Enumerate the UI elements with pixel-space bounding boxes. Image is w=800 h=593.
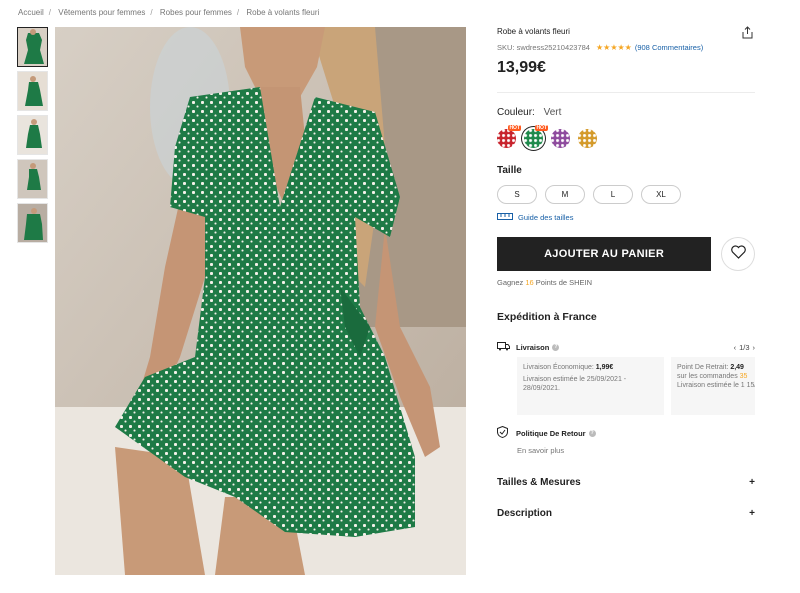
color-swatches: HOT HOT bbox=[497, 125, 755, 148]
hot-badge: HOT bbox=[508, 125, 521, 131]
heart-icon bbox=[730, 244, 746, 264]
product-sku: SKU: swdress25210423784 bbox=[497, 43, 590, 52]
breadcrumb-current: Robe à volants fleuri bbox=[246, 8, 320, 17]
product-price: 13,99€ bbox=[497, 59, 546, 76]
product-main-image[interactable] bbox=[55, 27, 466, 575]
color-selector-label: Couleur: Vert bbox=[497, 107, 755, 118]
product-title: Robe à volants fleuri bbox=[497, 27, 570, 36]
card-estimate: Livraison estimée le 1 15/09/2021. bbox=[677, 382, 755, 389]
points-suffix: Points de SHEIN bbox=[533, 278, 593, 287]
thumbnail-1[interactable] bbox=[17, 27, 48, 67]
card-title: Livraison Économique: bbox=[523, 364, 596, 371]
card-extra-highlight: 35 bbox=[739, 373, 748, 380]
product-meta: SKU: swdress25210423784 ★★★★★ (908 Comme… bbox=[497, 43, 755, 52]
card-price: 2,49 bbox=[730, 364, 744, 371]
size-l[interactable]: L bbox=[593, 185, 633, 204]
shipping-card-pickup: Point De Retrait: 2,49 sur les commandes… bbox=[671, 357, 755, 415]
shipping-title: Expédition à France bbox=[497, 311, 597, 323]
plus-icon: + bbox=[749, 477, 755, 488]
swatch-purple[interactable] bbox=[551, 129, 570, 148]
return-policy-label: Politique De Retour bbox=[516, 428, 586, 438]
truck-icon bbox=[497, 342, 511, 353]
chevron-left-icon[interactable]: ‹ bbox=[734, 343, 737, 352]
card-title: Point De Retrait: bbox=[677, 364, 731, 371]
size-options: S M L XL bbox=[497, 185, 755, 204]
breadcrumb: Accueil / Vêtements pour femmes / Robes po… bbox=[18, 8, 320, 17]
ruler-icon bbox=[497, 213, 513, 222]
learn-more-link[interactable]: En savoir plus bbox=[517, 446, 755, 455]
size-guide-text: Guide des tailles bbox=[518, 213, 574, 222]
shipping-card-economy: Livraison Économique: 1,99€ Livraison es… bbox=[517, 357, 664, 415]
card-estimate: Livraison estimée le 25/09/2021 - 28/09/… bbox=[523, 376, 627, 392]
size-xl[interactable]: XL bbox=[641, 185, 681, 204]
accordion-sizes-label: Tailles & Mesures bbox=[497, 477, 581, 488]
thumbnail-3[interactable] bbox=[17, 115, 48, 155]
swatch-mustard[interactable] bbox=[578, 129, 597, 148]
accordion-sizes[interactable]: Tailles & Mesures + bbox=[497, 477, 755, 488]
rating-stars-icon: ★★★★★ bbox=[595, 43, 632, 52]
product-info-panel: Robe à volants fleuri SKU: swdress252104… bbox=[497, 26, 755, 519]
wishlist-button[interactable] bbox=[721, 237, 755, 271]
reviews-link[interactable]: (908 Commentaires) bbox=[635, 43, 703, 52]
breadcrumb-dresses[interactable]: Robes pour femmes bbox=[160, 8, 232, 17]
swatch-red[interactable]: HOT bbox=[497, 125, 521, 148]
add-to-cart-button[interactable]: AJOUTER AU PANIER bbox=[497, 237, 712, 271]
share-icon[interactable] bbox=[741, 26, 755, 40]
thumbnail-5[interactable] bbox=[17, 203, 48, 243]
accordion-description[interactable]: Description + bbox=[497, 508, 755, 519]
size-guide-link[interactable]: Guide des tailles bbox=[497, 213, 755, 222]
pager-text: 1/3 bbox=[739, 343, 750, 352]
breadcrumb-women-clothing[interactable]: Vêtements pour femmes bbox=[58, 8, 145, 17]
accordion-description-label: Description bbox=[497, 508, 553, 519]
points-number: 16 bbox=[525, 278, 534, 287]
points-info: Gagnez 16 Points de SHEIN bbox=[497, 278, 755, 287]
delivery-label: Livraison bbox=[516, 343, 550, 352]
points-prefix: Gagnez bbox=[497, 278, 526, 287]
shield-check-icon bbox=[497, 425, 511, 440]
color-label: Couleur: bbox=[497, 107, 535, 118]
thumbnail-list bbox=[17, 27, 49, 247]
delivery-row: Livraison ? ‹ 1/3 › bbox=[497, 342, 755, 353]
plus-icon: + bbox=[749, 508, 755, 519]
breadcrumb-home[interactable]: Accueil bbox=[18, 8, 44, 17]
help-icon[interactable]: ? bbox=[552, 344, 560, 351]
size-s[interactable]: S bbox=[497, 185, 537, 204]
return-policy-row: Politique De Retour ? bbox=[497, 425, 755, 440]
shipping-cards: Livraison Économique: 1,99€ Livraison es… bbox=[517, 357, 755, 415]
thumbnail-4[interactable] bbox=[17, 159, 48, 199]
card-price: 1,99€ bbox=[595, 364, 614, 371]
card-extra: sur les commandes bbox=[677, 373, 740, 380]
delivery-pager[interactable]: ‹ 1/3 › bbox=[734, 343, 755, 352]
divider bbox=[497, 92, 755, 93]
size-m[interactable]: M bbox=[545, 185, 585, 204]
chevron-right-icon[interactable]: › bbox=[753, 343, 756, 352]
color-value: Vert bbox=[543, 107, 562, 118]
size-label: Taille bbox=[497, 165, 522, 176]
thumbnail-2[interactable] bbox=[17, 71, 48, 111]
swatch-green[interactable]: HOT bbox=[524, 125, 548, 148]
hot-badge: HOT bbox=[535, 125, 548, 131]
help-icon[interactable]: ? bbox=[588, 429, 596, 437]
